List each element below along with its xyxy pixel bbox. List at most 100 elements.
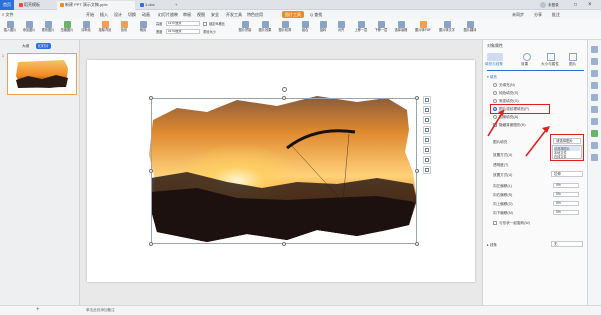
doc-tab-label: 新建 PPT 演示文稿.pptx xyxy=(65,2,108,7)
bring-forward-button[interactable]: 上移一层 xyxy=(352,21,370,39)
help-icon[interactable] xyxy=(591,154,598,161)
menu-devtools[interactable]: 开发工具 xyxy=(226,10,242,19)
compress-picture-button[interactable]: 压缩图片 xyxy=(58,21,76,39)
picture-outline-button[interactable]: 图片轮廓 xyxy=(276,21,294,39)
add-picture-icon xyxy=(25,21,33,28)
ribbon-label: 图片转文字 xyxy=(439,28,455,32)
rotate-handle[interactable] xyxy=(282,87,287,92)
notes-placeholder[interactable]: 单击此处添加备注 xyxy=(86,306,115,315)
tab-outline[interactable]: 大纲 xyxy=(20,43,31,49)
group-button[interactable]: 组合 xyxy=(296,21,314,39)
selection-pane-button[interactable]: 选择窗格 xyxy=(392,21,410,39)
menu-slideshow[interactable]: 幻灯片放映 xyxy=(158,10,178,19)
resize-handle[interactable] xyxy=(415,242,419,246)
doc-tab-ppt[interactable]: 新建 PPT 演示文稿.pptx xyxy=(57,1,135,10)
reset-size-button[interactable]: 重设大小 xyxy=(203,29,216,34)
rotate-with-shape-checkbox[interactable]: 与形状一起旋转(W) xyxy=(493,221,530,226)
add-picture-button[interactable]: 添加图片 xyxy=(20,21,38,39)
menu-view[interactable]: 视图 xyxy=(197,10,205,19)
color-button[interactable]: 色彩 xyxy=(115,21,133,39)
resize-handle[interactable] xyxy=(149,169,153,173)
ribbon-label: 图片轮廓 xyxy=(278,28,292,32)
remove-background-button[interactable]: 抠除背景 xyxy=(96,21,114,39)
offset-right-input[interactable]: 0% xyxy=(553,192,579,197)
rotate-icon xyxy=(319,21,327,28)
ribbon-label: 插入图片 xyxy=(3,28,17,32)
lock-ratio-checkbox[interactable]: 锁定纵横比 xyxy=(203,21,225,27)
resize-handle[interactable] xyxy=(282,96,286,100)
avatar[interactable] xyxy=(540,2,546,8)
menu-review[interactable]: 审阅 xyxy=(183,10,191,19)
properties-icon[interactable] xyxy=(591,46,598,53)
resize-handle[interactable] xyxy=(282,242,286,246)
restore-button[interactable]: □ xyxy=(574,0,577,10)
menu-file[interactable]: ≡ 文件 xyxy=(2,10,13,19)
resize-handle[interactable] xyxy=(149,96,153,100)
tab-picture[interactable]: 图片 xyxy=(569,62,576,67)
pane-title: 对象属性 xyxy=(487,43,503,48)
menu-security[interactable]: 安全 xyxy=(211,10,219,19)
cursor-icon[interactable] xyxy=(591,58,598,65)
resize-handle[interactable] xyxy=(149,242,153,246)
offset-bottom-input[interactable]: 0% xyxy=(553,210,579,215)
menu-picture-tools[interactable]: 图片工具 xyxy=(282,11,304,18)
transition-icon[interactable] xyxy=(591,82,598,89)
line-section-header[interactable]: ▸ 线条 xyxy=(487,243,497,248)
home-tab[interactable]: 首页 xyxy=(0,0,14,10)
menu-animation[interactable]: 动画 xyxy=(142,10,150,19)
change-picture-button[interactable]: 更改图片 xyxy=(39,21,57,39)
outline-icon xyxy=(281,21,289,28)
selection-frame[interactable] xyxy=(151,98,417,244)
doc-tab-template[interactable]: 稻壳模板 xyxy=(16,1,56,10)
insert-picture-button[interactable]: 插入图片 xyxy=(1,21,19,39)
title-tab-bar: 首页 稻壳模板 新建 PPT 演示文稿.pptx 1.doc + 未登录 □ × xyxy=(0,0,601,10)
backup-icon[interactable] xyxy=(591,142,598,149)
ribbon-label: 图片转PDF xyxy=(415,28,431,32)
share-icon[interactable] xyxy=(591,130,598,137)
add-slide-icon[interactable]: + xyxy=(36,306,40,315)
offset-left-input[interactable]: 0% xyxy=(553,183,579,188)
offset-left-label: 向左偏移(L) xyxy=(493,184,512,188)
offset-top-input[interactable]: 0% xyxy=(553,201,579,206)
menu-transition[interactable]: 切换 xyxy=(128,10,136,19)
menu-search[interactable]: Q 查找 xyxy=(310,10,322,19)
doc-tab-label: 1.doc xyxy=(145,2,155,7)
height-input[interactable]: 12.67厘米 xyxy=(166,21,200,26)
new-tab-button[interactable]: + xyxy=(172,1,180,10)
animation-icon[interactable] xyxy=(591,94,598,101)
ribbon-label: 抠除背景 xyxy=(98,28,112,32)
group-icon xyxy=(301,21,309,28)
picture-to-pdf-button[interactable]: 图片转PDF xyxy=(412,21,434,39)
picture-icon xyxy=(6,21,14,28)
line-select[interactable]: 无 xyxy=(551,241,583,247)
shape-icon[interactable] xyxy=(591,70,598,77)
menu-home[interactable]: 开始 xyxy=(86,10,94,19)
menu-insert[interactable]: 插入 xyxy=(100,10,108,19)
send-backward-button[interactable]: 下移一层 xyxy=(372,21,390,39)
sync-status[interactable]: 未同步 xyxy=(512,10,524,19)
checkbox-icon xyxy=(493,221,497,226)
offset-top-label: 向上偏移(O) xyxy=(493,202,513,206)
rotate-button[interactable]: 旋转 xyxy=(314,21,332,39)
effects-icon xyxy=(261,21,269,28)
doc-tab-doc[interactable]: 1.doc xyxy=(137,1,171,10)
sharpen-button[interactable]: 清晰化 xyxy=(77,21,95,39)
picture-effects-button[interactable]: 图片效果 xyxy=(256,21,274,39)
align-button[interactable]: 对齐 xyxy=(332,21,350,39)
slide-thumbnail[interactable] xyxy=(7,53,77,95)
crop-button[interactable]: 裁剪 xyxy=(134,21,152,39)
picture-stitch-button[interactable]: 图片拼接 xyxy=(236,21,254,39)
picture-to-text-button[interactable]: 图片转文字 xyxy=(436,21,458,39)
close-button[interactable]: × xyxy=(588,0,592,10)
layout-icon[interactable] xyxy=(591,118,598,125)
menu-features[interactable]: 特色应用 xyxy=(247,10,263,19)
width-input[interactable]: 22.53厘米 xyxy=(166,29,200,34)
comment-button[interactable]: 批注 xyxy=(552,10,560,19)
menu-design[interactable]: 设计 xyxy=(114,10,122,19)
login-status[interactable]: 未登录 xyxy=(548,0,559,10)
tab-slides[interactable]: 幻灯片 xyxy=(36,43,51,49)
share-button[interactable]: 分享 xyxy=(534,10,542,19)
crop-icon xyxy=(139,21,147,28)
picture-translate-button[interactable]: 图片翻译 xyxy=(460,21,480,39)
format-painter-icon[interactable] xyxy=(591,106,598,113)
